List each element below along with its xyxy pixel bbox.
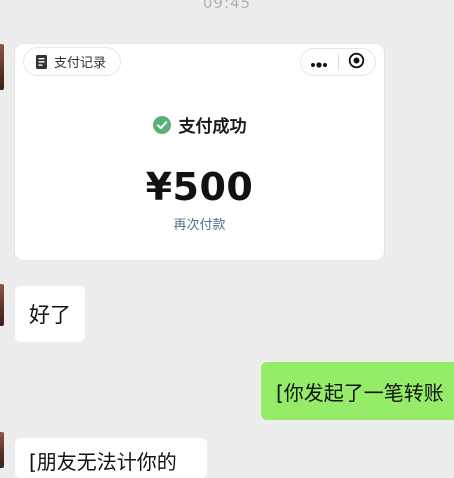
contact-avatar[interactable] xyxy=(0,432,4,468)
payment-record-label: 支付记录 xyxy=(54,56,107,71)
message-text: 好了 xyxy=(29,303,71,327)
incoming-message-bubble[interactable]: 好了 xyxy=(15,286,85,342)
payment-amount: ¥500 xyxy=(145,165,254,209)
incoming-message-bubble[interactable]: [朋友无法计你的 xyxy=(15,438,207,478)
document-icon xyxy=(36,54,47,69)
outgoing-message-bubble[interactable]: [你发起了一笔转账 xyxy=(261,362,454,420)
pay-again-link[interactable]: 再次付款 xyxy=(15,214,384,233)
message-timestamp: 09:45 xyxy=(202,0,252,12)
payment-record-button[interactable]: 支付记录 xyxy=(23,47,122,76)
contact-avatar[interactable] xyxy=(0,284,4,326)
target-close-icon xyxy=(348,52,365,73)
more-dots-icon xyxy=(310,53,328,72)
check-circle-icon xyxy=(152,115,171,134)
message-text: [朋友无法计你的 xyxy=(29,450,177,474)
mini-program-capsule xyxy=(300,48,376,76)
payment-status: 支付成功 xyxy=(15,112,384,137)
more-button[interactable] xyxy=(301,49,338,75)
payment-status-text: 支付成功 xyxy=(178,117,247,137)
payment-success-card: 支付记录 支付成功 ¥500 再次付款 xyxy=(15,44,384,260)
contact-avatar[interactable] xyxy=(0,44,4,90)
close-button[interactable] xyxy=(339,49,376,75)
message-text: [你发起了一笔转账 xyxy=(276,380,444,405)
